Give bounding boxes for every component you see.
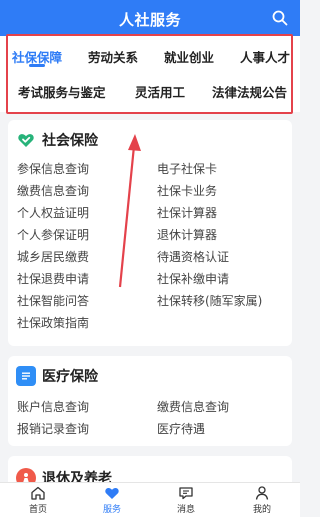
si-item-policy-guide[interactable]: 社保政策指南	[17, 314, 89, 331]
person-icon	[255, 486, 269, 500]
si-item-resident-payment[interactable]: 城乡居民缴费	[17, 248, 89, 265]
si-item-back-payment[interactable]: 社保补缴申请	[157, 270, 229, 287]
document-icon	[16, 366, 36, 386]
nav-mine[interactable]: 我的	[232, 485, 292, 515]
app-header: 人社服务	[0, 0, 300, 36]
si-item-payment-info[interactable]: 缴费信息查询	[17, 182, 89, 199]
message-icon	[179, 487, 193, 500]
si-item-smart-qa[interactable]: 社保智能问答	[17, 292, 89, 309]
si-item-transfer[interactable]: 社保转移(随军家属)	[157, 292, 262, 309]
si-item-eligibility[interactable]: 待遇资格认证	[157, 248, 229, 265]
si-item-insured-proof[interactable]: 个人参保证明	[17, 226, 89, 243]
nav-messages[interactable]: 消息	[156, 485, 216, 515]
social-insurance-title: 社会保险	[42, 133, 98, 149]
mi-item-account-info[interactable]: 账户信息查询	[17, 398, 89, 415]
medical-insurance-card: 医疗保险 账户信息查询 报销记录查询 缴费信息查询 医疗待遇	[8, 356, 292, 446]
si-item-rights-proof[interactable]: 个人权益证明	[17, 204, 89, 221]
home-icon	[31, 486, 45, 500]
highlight-box	[6, 34, 293, 114]
si-item-e-card[interactable]: 电子社保卡	[157, 160, 217, 177]
search-icon[interactable]	[272, 10, 288, 26]
nav-services[interactable]: 服务	[82, 485, 142, 515]
si-item-retirement-calculator[interactable]: 退休计算器	[157, 226, 217, 243]
heart-shield-icon	[16, 130, 36, 150]
medical-insurance-title: 医疗保险	[42, 369, 98, 385]
nav-mine-label: 我的	[252, 505, 271, 515]
page-title: 人社服务	[118, 11, 181, 29]
medical-insurance-header: 医疗保险	[16, 366, 98, 386]
nav-home-label: 首页	[28, 505, 47, 515]
si-item-insurance-info[interactable]: 参保信息查询	[17, 160, 89, 177]
mi-item-reimbursement[interactable]: 报销记录查询	[17, 420, 89, 437]
bottom-nav: 首页 服务 消息 我的	[0, 482, 300, 517]
social-insurance-header: 社会保险	[16, 130, 98, 150]
nav-messages-label: 消息	[176, 505, 195, 515]
nav-home[interactable]: 首页	[8, 485, 68, 515]
mi-item-medical-benefits[interactable]: 医疗待遇	[157, 420, 205, 437]
si-item-refund-request[interactable]: 社保退费申请	[17, 270, 89, 287]
social-insurance-card: 社会保险 参保信息查询 缴费信息查询 个人权益证明 个人参保证明 城乡居民缴费 …	[8, 120, 292, 346]
nav-services-label: 服务	[102, 505, 121, 515]
si-item-card-services[interactable]: 社保卡业务	[157, 182, 217, 199]
si-item-calculator[interactable]: 社保计算器	[157, 204, 217, 221]
heart-icon	[105, 488, 119, 499]
mi-item-payment-info[interactable]: 缴费信息查询	[157, 398, 229, 415]
